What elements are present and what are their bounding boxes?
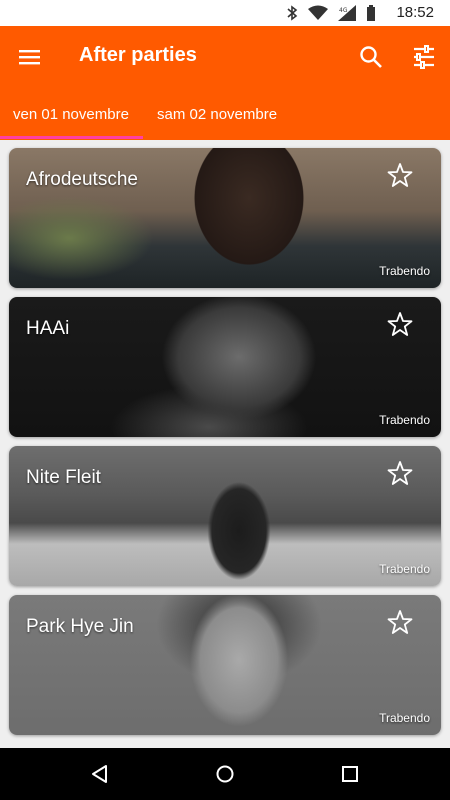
wifi-icon (308, 5, 328, 20)
event-name: Afrodeutsche (26, 169, 138, 190)
event-image (9, 297, 441, 437)
system-nav-bar (0, 748, 450, 800)
battery-icon (367, 5, 375, 21)
date-tabs: ven 01 novembre sam 02 novembre (0, 88, 450, 140)
star-icon[interactable] (387, 460, 413, 486)
app-bar: After parties (0, 26, 450, 88)
status-time: 18:52 (396, 4, 434, 21)
home-icon[interactable] (213, 762, 237, 786)
signal-4g-icon: 4G (338, 5, 356, 21)
bluetooth-icon (287, 5, 298, 21)
event-name: HAAi (26, 318, 70, 339)
event-list: Afrodeutsche Trabendo HAAi Trabendo Nite… (9, 148, 441, 744)
star-icon[interactable] (387, 311, 413, 337)
status-bar: 4G 18:52 (0, 0, 450, 26)
event-venue: Trabendo (379, 413, 430, 427)
star-icon[interactable] (387, 162, 413, 188)
status-icons: 4G (286, 5, 376, 21)
event-card-nite-fleit[interactable]: Nite Fleit Trabendo (9, 446, 441, 586)
event-venue: Trabendo (379, 264, 430, 278)
menu-icon[interactable] (16, 43, 44, 71)
event-venue: Trabendo (379, 711, 430, 725)
event-card-afrodeutsche[interactable]: Afrodeutsche Trabendo (9, 148, 441, 288)
tab-sam-02-novembre[interactable]: sam 02 novembre (157, 106, 277, 123)
event-card-haai[interactable]: HAAi Trabendo (9, 297, 441, 437)
event-name: Nite Fleit (26, 467, 101, 488)
event-venue: Trabendo (379, 562, 430, 576)
back-icon[interactable] (88, 762, 112, 786)
page-title: After parties (79, 44, 197, 66)
tab-indicator (0, 136, 143, 139)
search-icon[interactable] (358, 44, 384, 70)
tune-icon[interactable] (411, 44, 437, 70)
tab-ven-01-novembre[interactable]: ven 01 novembre (13, 106, 129, 123)
svg-text:4G: 4G (339, 7, 348, 14)
event-card-park-hye-jin[interactable]: Park Hye Jin Trabendo (9, 595, 441, 735)
star-icon[interactable] (387, 609, 413, 635)
event-name: Park Hye Jin (26, 616, 134, 637)
recent-apps-icon[interactable] (338, 762, 362, 786)
